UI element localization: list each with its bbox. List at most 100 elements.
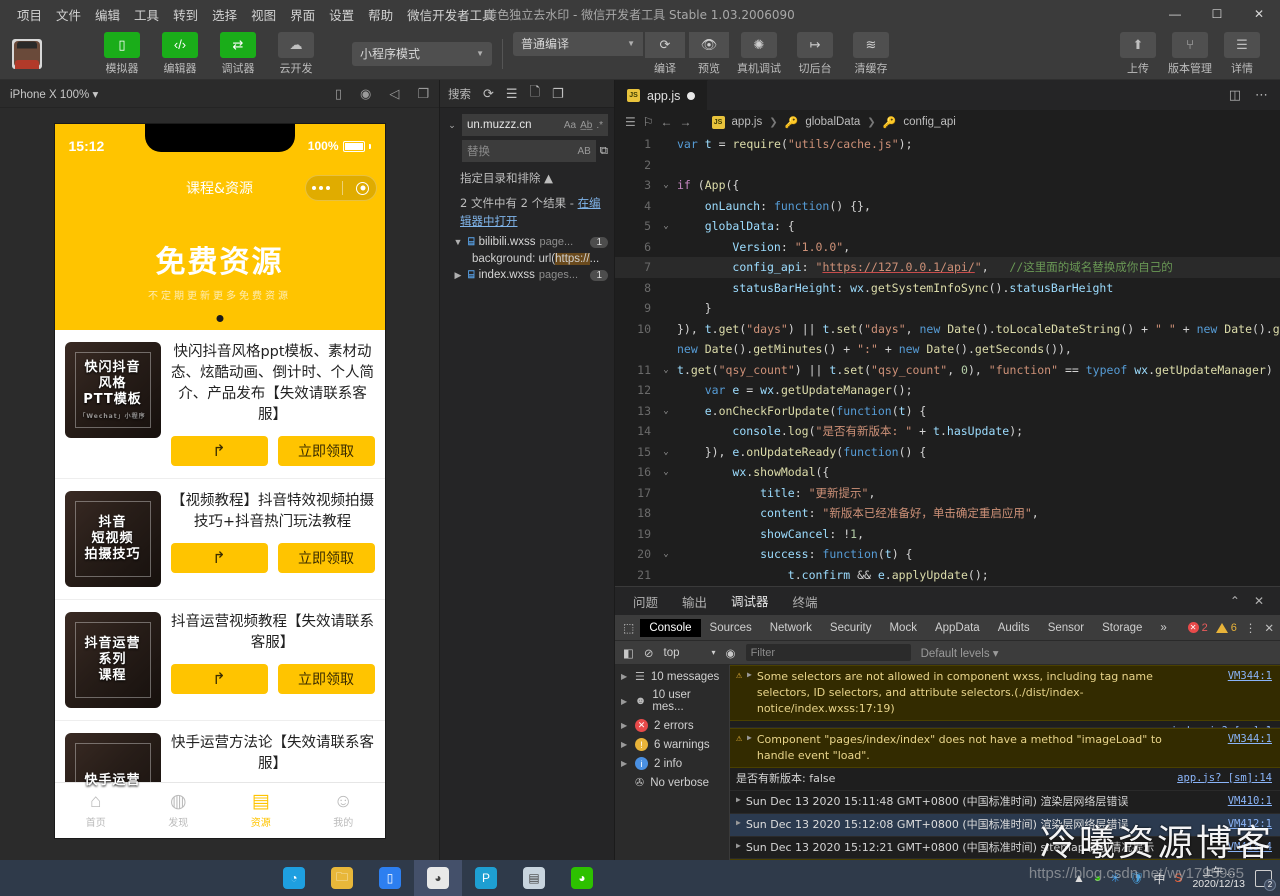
eye-icon[interactable]: ◉ [726,646,736,660]
resource-thumbnail[interactable]: 抖音运营 系列 课程 [64,612,161,709]
fold-toggle[interactable]: ⌄ [659,544,673,565]
bookmark-icon[interactable]: ⚐ [643,115,654,129]
back-icon[interactable]: ← [661,115,673,129]
source-link[interactable]: VM344:1 [1228,669,1272,684]
carousel-dot[interactable] [216,315,223,322]
toolbar-button-eye[interactable]: 👁 预览 [687,31,731,76]
code-line[interactable]: 11 ⌄ t.get("qsy_count") || t.set("qsy_coun… [615,360,1280,381]
toolbar-button-branch[interactable]: ⑂ 版本管理 [1164,31,1216,76]
replace-input[interactable]: 替换 AB [462,140,596,162]
claim-button[interactable]: 立即领取 [277,543,375,574]
code-content[interactable]: 1 var t = require("utils/cache.js"); 2 3 ⌄ if… [615,134,1280,586]
console-message[interactable]: ▶ Sun Dec 13 2020 15:12:08 GMT+0800 (中国标准… [730,813,1280,837]
resource-card[interactable]: 快闪抖音 风格 PTT模板 「Wechat」小程序 快闪抖音风格ppt模板、素材动态、炫… [54,330,385,480]
inspect-element-icon[interactable]: ⬚ [623,621,634,635]
include-exclude-toggle[interactable]: 指定目录和排除 ▲ [446,166,608,191]
taskbar-powerpoint-icon[interactable]: P [462,860,510,896]
toolbar-button-debug[interactable]: ⇄ 调试器 [212,31,264,76]
toolbar-button-upload[interactable]: ⬆ 上传 [1112,31,1164,76]
notification-center-icon[interactable]: 2 [1255,869,1276,891]
chevron-right-icon[interactable]: ▶ [621,759,629,768]
error-count-badge[interactable]: ✕ 2 [1187,622,1208,634]
console-message[interactable]: index.js? [sm]:1 [730,720,1280,737]
fold-toggle[interactable]: ⌄ [659,216,673,237]
close-devtools-icon[interactable]: ✕ [1264,621,1274,635]
devtools-tab-audits[interactable]: Audits [989,619,1039,637]
fold-toggle[interactable] [659,524,673,545]
toolbar-button-code[interactable]: ‹/› 编辑器 [154,31,206,76]
console-sidebar-item[interactable]: ▶ ✕ 2 errors [615,716,729,735]
chevron-right-icon[interactable]: ▶ [621,672,629,681]
console-message[interactable]: ⚠ ▶ Component "pages/index/index" does not… [730,727,1280,768]
volume-icon[interactable]: ◁ [389,86,399,102]
toolbar-button-background[interactable]: ↦ 切后台 [787,31,843,76]
code-line[interactable]: 20 ⌄ success: function(t) { [615,544,1280,565]
devtools-tab-sensor[interactable]: Sensor [1039,619,1093,637]
search-result-hit[interactable]: background: url(https://... [446,251,608,267]
code-line[interactable]: 16 ⌄ wx.showModal({ [615,462,1280,483]
code-line[interactable]: 17 title: "更新提示", [615,483,1280,504]
fold-toggle[interactable]: ⌄ [659,462,673,483]
tray-sogou-icon[interactable]: S [1174,871,1182,885]
code-line[interactable]: 9 } [615,298,1280,319]
fold-toggle[interactable] [659,155,673,176]
bottom-tab-调试器[interactable]: 调试器 [729,586,771,616]
claim-button[interactable]: 立即领取 [277,436,375,467]
code-line[interactable]: 15 ⌄ }), e.onUpdateReady(function() { [615,442,1280,463]
menu-item-3[interactable]: 工具 [127,1,166,28]
devtools-tab-sources[interactable]: Sources [701,619,761,637]
console-message[interactable]: 是否有新版本: false app.js? [sm]:14 [730,767,1280,791]
whole-word-icon[interactable]: A̲b̲ [580,120,592,131]
fold-toggle[interactable] [659,421,673,442]
fold-toggle[interactable]: ⌄ [659,360,673,381]
clear-icon[interactable]: ☰ [506,86,518,102]
minimize-button[interactable]: — [1154,0,1196,28]
fold-toggle[interactable] [659,380,673,401]
menu-item-4[interactable]: 转到 [166,1,205,28]
toolbar-button-refresh[interactable]: ⟳ 编译 [643,31,687,76]
tabbar-item-note[interactable]: ▤ 资源 [220,783,303,838]
console-filter-input[interactable]: Filter [745,644,911,661]
claim-button[interactable]: 立即领取 [277,664,375,695]
editor-tab-appjs[interactable]: JS app.js [615,80,709,110]
fold-toggle[interactable] [659,298,673,319]
breadcrumb-item-configapi[interactable]: config_api [903,116,955,128]
phone-rotate-icon[interactable]: ▯ [335,86,342,102]
console-message[interactable]: ▶ Sun Dec 13 2020 15:12:21 GMT+0800 (中国标准… [730,836,1280,860]
devtools-tab-appdata[interactable]: AppData [926,619,989,637]
fold-toggle[interactable]: ⌄ [659,442,673,463]
new-file-icon[interactable]: 🗋 [530,83,540,105]
taskbar-file-explorer-icon[interactable]: 🗀 [318,860,366,896]
tray-wechat-tray-icon[interactable]: ◕ [1094,871,1101,885]
code-line[interactable]: 14 console.log("是否有新版本: " + t.hasUpdate)… [615,421,1280,442]
menu-item-6[interactable]: 视图 [244,1,283,28]
menu-item-9[interactable]: 帮助 [361,1,400,28]
devtools-tab-storage[interactable]: Storage [1093,619,1151,637]
fold-toggle[interactable]: ⌄ [659,401,673,422]
code-line[interactable]: new Date().getMinutes() + ":" + new Date… [615,339,1280,360]
menu-item-8[interactable]: 设置 [322,1,361,28]
taskbar-notepad-icon[interactable]: ▤ [510,860,558,896]
maximize-button[interactable]: ☐ [1196,0,1238,28]
fold-toggle[interactable] [659,319,673,340]
code-line[interactable]: 22 } [615,585,1280,586]
resource-card[interactable]: 抖音运营 系列 课程 抖音运营视频教程【失效请联系客服】 ↱ 立即领取 [54,600,385,722]
close-button[interactable]: ✕ [1238,0,1280,28]
unsaved-indicator[interactable] [687,91,696,100]
bottom-tab-输出[interactable]: 输出 [680,587,709,616]
menu-item-5[interactable]: 选择 [205,1,244,28]
menu-item-2[interactable]: 编辑 [88,1,127,28]
fold-toggle[interactable] [659,237,673,258]
code-line[interactable]: 4 onLaunch: function() {}, [615,196,1280,217]
taskbar-wechat-icon[interactable]: ◕ [558,860,606,896]
chevron-right-icon[interactable]: ▶ [621,721,629,730]
log-levels-select[interactable]: Default levels ▾ [921,646,999,660]
share-button[interactable]: ↱ [170,436,268,467]
devtools-tab-security[interactable]: Security [821,619,881,637]
copy-icon[interactable]: ❐ [552,86,564,102]
taskbar-clock[interactable]: 上午 ... 2020/12/13 [1192,866,1245,890]
menu-item-1[interactable]: 文件 [49,1,88,28]
tray-show-hidden-icon[interactable]: ▲ [1073,871,1085,885]
menu-item-0[interactable]: 项目 [10,1,49,28]
console-sidebar-item[interactable]: ▶ i 2 info [615,754,729,773]
